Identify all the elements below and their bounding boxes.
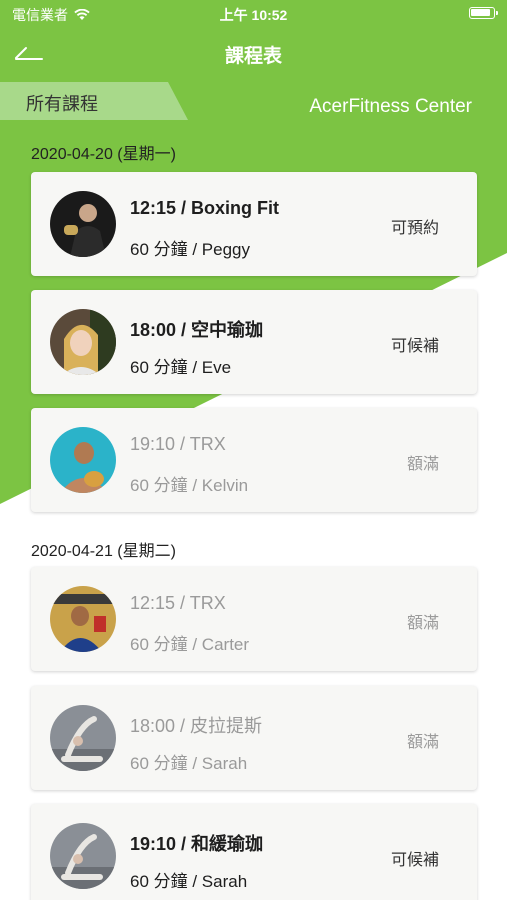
class-title: 12:15 / Boxing Fit bbox=[130, 198, 280, 218]
class-subtitle: 60 分鐘 / Kelvin bbox=[130, 476, 249, 495]
class-subtitle: 60 分鐘 / Carter bbox=[130, 635, 250, 654]
class-card[interactable]: 12:15 / TRX 60 分鐘 / Carter 額滿 bbox=[31, 567, 477, 671]
class-subtitle: 60 分鐘 / Peggy bbox=[130, 240, 251, 259]
class-subtitle: 60 分鐘 / Sarah bbox=[130, 754, 248, 773]
class-title: 19:10 / TRX bbox=[130, 434, 226, 454]
instructor-avatar bbox=[50, 309, 116, 375]
class-status: 可候補 bbox=[390, 852, 439, 869]
class-title: 18:00 / 皮拉提斯 bbox=[130, 716, 263, 736]
class-card[interactable]: 12:15 / Boxing Fit 60 分鐘 / Peggy 可預約 bbox=[31, 172, 477, 276]
tab-bar: 所有課程 AcerFitness Center bbox=[0, 82, 507, 122]
class-status: 可預約 bbox=[390, 220, 439, 237]
tab-all-courses[interactable]: 所有課程 bbox=[0, 82, 188, 120]
date-header: 2020-04-20 (星期一) bbox=[31, 146, 176, 163]
instructor-avatar bbox=[50, 705, 116, 771]
class-subtitle: 60 分鐘 / Sarah bbox=[130, 872, 248, 891]
class-card[interactable]: 18:00 / 空中瑜珈 60 分鐘 / Eve 可候補 bbox=[31, 290, 477, 394]
instructor-avatar bbox=[50, 586, 116, 652]
class-title: 18:00 / 空中瑜珈 bbox=[130, 320, 264, 340]
instructor-avatar bbox=[50, 191, 116, 257]
nav-bar: 課程表 bbox=[0, 30, 507, 74]
class-status: 額滿 bbox=[406, 734, 439, 751]
class-subtitle: 60 分鐘 / Eve bbox=[130, 358, 232, 377]
instructor-avatar bbox=[50, 823, 116, 889]
class-title: 19:10 / 和緩瑜珈 bbox=[130, 834, 264, 854]
page-title: 課程表 bbox=[224, 46, 282, 67]
class-title: 12:15 / TRX bbox=[130, 593, 226, 613]
clock: 上午 10:52 bbox=[219, 7, 288, 23]
battery-icon bbox=[469, 7, 498, 19]
status-bar: 電信業者 上午 10:52 bbox=[0, 0, 507, 28]
date-header: 2020-04-21 (星期二) bbox=[31, 543, 176, 560]
center-name: AcerFitness Center bbox=[309, 96, 472, 117]
class-card[interactable]: 19:10 / TRX 60 分鐘 / Kelvin 額滿 bbox=[31, 408, 477, 512]
class-card[interactable]: 19:10 / 和緩瑜珈 60 分鐘 / Sarah 可候補 bbox=[31, 804, 477, 900]
class-status: 可候補 bbox=[390, 338, 439, 355]
class-status: 額滿 bbox=[406, 456, 439, 473]
class-card[interactable]: 18:00 / 皮拉提斯 60 分鐘 / Sarah 額滿 bbox=[31, 686, 477, 790]
class-status: 額滿 bbox=[406, 615, 439, 632]
instructor-avatar bbox=[50, 427, 116, 493]
